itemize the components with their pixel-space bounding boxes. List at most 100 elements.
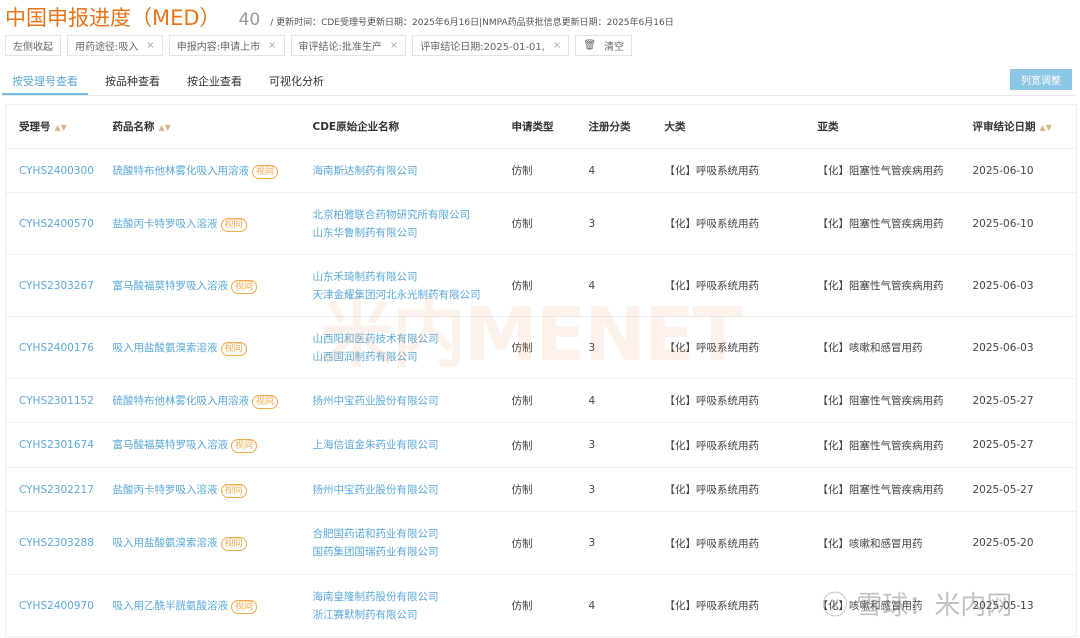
company-link[interactable]: 合肥国药诺和药业有限公司 bbox=[313, 525, 512, 543]
company-link[interactable]: 国药集团国瑞药业有限公司 bbox=[313, 543, 512, 561]
acceptance-number-link[interactable]: CYHS2301674 bbox=[5, 422, 113, 468]
company-link[interactable]: 山东华鲁制药有限公司 bbox=[313, 224, 512, 242]
results-table: 受理号 ▲▼ 药品名称 ▲▼ CDE原始企业名称 申请类型 注册分类 大类 亚类 评… bbox=[5, 104, 1077, 637]
company-link[interactable]: 山东禾琦制药有限公司 bbox=[313, 268, 512, 286]
drug-name-link[interactable]: 盐酸丙卡特罗吸入溶液 bbox=[113, 484, 218, 496]
filter-chip[interactable]: 用药途径:吸入 × bbox=[67, 35, 163, 56]
drug-name-link[interactable]: 硫酸特布他林雾化吸入用溶液 bbox=[113, 395, 250, 407]
clear-label: 清空 bbox=[604, 42, 625, 53]
application-type: 仿制 bbox=[511, 192, 589, 255]
company-link[interactable]: 海南斯达制药有限公司 bbox=[313, 162, 512, 180]
equivalence-badge: 视同 bbox=[220, 341, 247, 356]
application-type: 仿制 bbox=[511, 378, 589, 423]
column-header[interactable]: 药品名称 ▲▼ bbox=[112, 104, 313, 149]
application-type: 仿制 bbox=[511, 574, 589, 637]
category: 【化】呼吸系统用药 bbox=[664, 467, 818, 512]
acceptance-number-link[interactable]: CYHS2400176 bbox=[5, 316, 113, 379]
table-row[interactable]: CYHS2400176 吸入用盐酸氨溴索溶液 视同 山西阳和医药技术有限公司 山西国… bbox=[5, 316, 1077, 379]
conclusion-date: 2025-05-20 bbox=[972, 511, 1077, 575]
table-row[interactable]: CYHS2301152 硫酸特布他林雾化吸入用溶液 视同 扬州中宝药业股份有限公司… bbox=[5, 378, 1077, 423]
sort-icon[interactable]: ▲▼ bbox=[55, 123, 67, 132]
table-row[interactable]: CYHS2301674 富马酸福莫特罗吸入溶液 视同 上海信谊金朱药业有限公司 仿… bbox=[5, 422, 1077, 468]
drug-name-link[interactable]: 富马酸福莫特罗吸入溶液 bbox=[113, 439, 229, 451]
column-header[interactable]: 受理号 ▲▼ bbox=[5, 104, 113, 149]
conclusion-date: 2025-05-27 bbox=[972, 422, 1077, 468]
table-row[interactable]: CYHS2400970 吸入用乙酰半胱氨酸溶液 视同 海南皇隆制药股份有限公司 浙江… bbox=[5, 574, 1077, 637]
drug-name-link[interactable]: 富马酸福莫特罗吸入溶液 bbox=[113, 280, 229, 292]
table-row[interactable]: CYHS2400570 盐酸丙卡特罗吸入溶液 视同 北京柏雅联合药物研究所有限公司… bbox=[5, 192, 1077, 255]
filter-chip-label: 申报内容:申请上市 bbox=[176, 42, 261, 53]
equivalence-badge: 视同 bbox=[231, 439, 258, 453]
collapse-sidebar-button[interactable]: 左侧收起 bbox=[5, 35, 61, 56]
subcategory: 【化】咳嗽和感冒用药 bbox=[817, 574, 973, 637]
close-icon[interactable]: × bbox=[268, 40, 276, 51]
company-link[interactable]: 扬州中宝药业股份有限公司 bbox=[313, 481, 512, 499]
column-header[interactable]: 评审结论日期 ▲▼ bbox=[972, 104, 1077, 149]
clear-filters-button[interactable]: 🗑 清空 bbox=[575, 35, 633, 56]
company-link[interactable]: 山西阳和医药技术有限公司 bbox=[313, 330, 512, 348]
company-link[interactable]: 浙江赛默制药有限公司 bbox=[313, 606, 512, 624]
registration-class: 4 bbox=[588, 574, 665, 637]
conclusion-date: 2025-06-03 bbox=[972, 254, 1077, 317]
acceptance-number-link[interactable]: CYHS2400300 bbox=[5, 148, 113, 193]
acceptance-number-link[interactable]: CYHS2301152 bbox=[5, 378, 113, 423]
tab-by-company[interactable]: 按企业查看 bbox=[177, 70, 252, 95]
company-link[interactable]: 北京柏雅联合药物研究所有限公司 bbox=[313, 206, 512, 224]
conclusion-date: 2025-05-27 bbox=[972, 467, 1077, 512]
drug-name-link[interactable]: 吸入用乙酰半胱氨酸溶液 bbox=[113, 600, 229, 612]
sort-icon[interactable]: ▲▼ bbox=[159, 123, 171, 132]
company-link[interactable]: 山西国润制药有限公司 bbox=[313, 348, 512, 366]
tab-by-variety[interactable]: 按品种查看 bbox=[95, 70, 170, 95]
registration-class: 4 bbox=[588, 148, 665, 193]
registration-class: 4 bbox=[588, 378, 665, 423]
acceptance-number-link[interactable]: CYHS2400570 bbox=[5, 192, 113, 255]
subcategory: 【化】阻塞性气管疾病用药 bbox=[817, 378, 973, 423]
acceptance-number-link[interactable]: CYHS2400970 bbox=[5, 574, 113, 637]
close-icon[interactable]: × bbox=[553, 40, 561, 51]
tab-visual-analysis[interactable]: 可视化分析 bbox=[259, 70, 334, 95]
category: 【化】呼吸系统用药 bbox=[664, 511, 818, 575]
sort-icon[interactable]: ▲▼ bbox=[1040, 123, 1052, 132]
close-icon[interactable]: × bbox=[390, 40, 398, 51]
table-row[interactable]: CYHS2400300 硫酸特布他林雾化吸入用溶液 视同 海南斯达制药有限公司 仿… bbox=[5, 148, 1077, 193]
filter-chip-label: 审评结论:批准生产 bbox=[298, 42, 382, 53]
application-type: 仿制 bbox=[511, 254, 589, 317]
filter-chip-label: 用药途径:吸入 bbox=[75, 42, 139, 53]
company-link[interactable]: 海南皇隆制药股份有限公司 bbox=[313, 588, 512, 606]
category: 【化】呼吸系统用药 bbox=[664, 316, 818, 379]
update-time: / 更新时间：CDE受理号更新日期：2025年6月16日|NMPA药品获批信息更… bbox=[270, 18, 674, 28]
acceptance-number-link[interactable]: CYHS2303267 bbox=[5, 254, 113, 317]
drug-name-link[interactable]: 吸入用盐酸氨溴索溶液 bbox=[113, 342, 218, 354]
equivalence-badge: 视同 bbox=[231, 279, 258, 294]
company-link[interactable]: 上海信谊金朱药业有限公司 bbox=[313, 436, 512, 454]
registration-class: 3 bbox=[588, 511, 665, 575]
column-header: 注册分类 bbox=[588, 104, 665, 149]
subcategory: 【化】咳嗽和感冒用药 bbox=[817, 316, 973, 379]
application-type: 仿制 bbox=[511, 422, 589, 468]
acceptance-number-link[interactable]: CYHS2303288 bbox=[5, 511, 113, 575]
table-row[interactable]: CYHS2303267 富马酸福莫特罗吸入溶液 视同 山东禾琦制药有限公司 天津金耀… bbox=[5, 254, 1077, 317]
filter-chip[interactable]: 评审结论日期:2025-01-01, × bbox=[412, 35, 570, 56]
application-type: 仿制 bbox=[511, 316, 589, 379]
result-count: 40 bbox=[238, 10, 261, 30]
filter-chip[interactable]: 申报内容:申请上市 × bbox=[168, 35, 285, 56]
category: 【化】呼吸系统用药 bbox=[664, 378, 818, 423]
column-width-button[interactable]: 列宽调整 bbox=[1010, 69, 1072, 90]
column-header: 申请类型 bbox=[511, 104, 589, 149]
column-header: 大类 bbox=[664, 104, 818, 149]
subcategory: 【化】咳嗽和感冒用药 bbox=[817, 511, 973, 575]
conclusion-date: 2025-06-10 bbox=[972, 148, 1077, 193]
drug-name-link[interactable]: 盐酸丙卡特罗吸入溶液 bbox=[113, 218, 218, 230]
table-row[interactable]: CYHS2303288 吸入用盐酸氨溴索溶液 视同 合肥国药诺和药业有限公司 国药集… bbox=[5, 511, 1077, 575]
drug-name-link[interactable]: 吸入用盐酸氨溴索溶液 bbox=[113, 537, 218, 549]
acceptance-number-link[interactable]: CYHS2302217 bbox=[5, 467, 113, 512]
category: 【化】呼吸系统用药 bbox=[664, 148, 818, 193]
filter-chip[interactable]: 审评结论:批准生产 × bbox=[290, 35, 407, 56]
drug-name-link[interactable]: 硫酸特布他林雾化吸入用溶液 bbox=[113, 165, 250, 177]
company-link[interactable]: 扬州中宝药业股份有限公司 bbox=[313, 392, 512, 410]
close-icon[interactable]: × bbox=[146, 40, 154, 51]
subcategory: 【化】阻塞性气管疾病用药 bbox=[817, 254, 973, 317]
table-row[interactable]: CYHS2302217 盐酸丙卡特罗吸入溶液 视同 扬州中宝药业股份有限公司 仿制… bbox=[5, 467, 1077, 512]
company-link[interactable]: 天津金耀集团河北永光制药有限公司 bbox=[313, 286, 512, 304]
tab-by-acceptance-number[interactable]: 按受理号查看 bbox=[2, 70, 88, 95]
